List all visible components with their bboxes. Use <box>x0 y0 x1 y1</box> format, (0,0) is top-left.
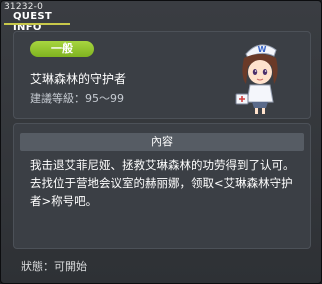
window-title: QUEST INFO <box>13 11 52 33</box>
quest-info-window: 31232-0 QUEST INFO 一般 艾琳森林的守护者 建議等級：95～9… <box>0 0 322 284</box>
npc-portrait: W <box>235 44 278 114</box>
quest-level-range: 建議等級：95～99 <box>30 92 124 105</box>
quest-category-badge: 一般 <box>30 41 94 57</box>
title-underline <box>4 23 70 25</box>
quest-status: 狀態：可開始 <box>21 260 87 273</box>
quest-description: 我击退艾菲尼娅、拯救艾琳森林的功劳得到了认可。去找位于营地会议室的赫丽娜，领取<… <box>30 158 295 208</box>
content-header: 內容 <box>20 133 304 151</box>
quest-name: 艾琳森林的守护者 <box>30 72 127 86</box>
quest-summary-panel: 一般 艾琳森林的守护者 建議等級：95～99 W <box>13 31 311 119</box>
quest-content-panel: 內容 我击退艾菲尼娅、拯救艾琳森林的功劳得到了认可。去找位于营地会议室的赫丽娜，… <box>13 123 311 249</box>
svg-text:W: W <box>258 45 267 54</box>
